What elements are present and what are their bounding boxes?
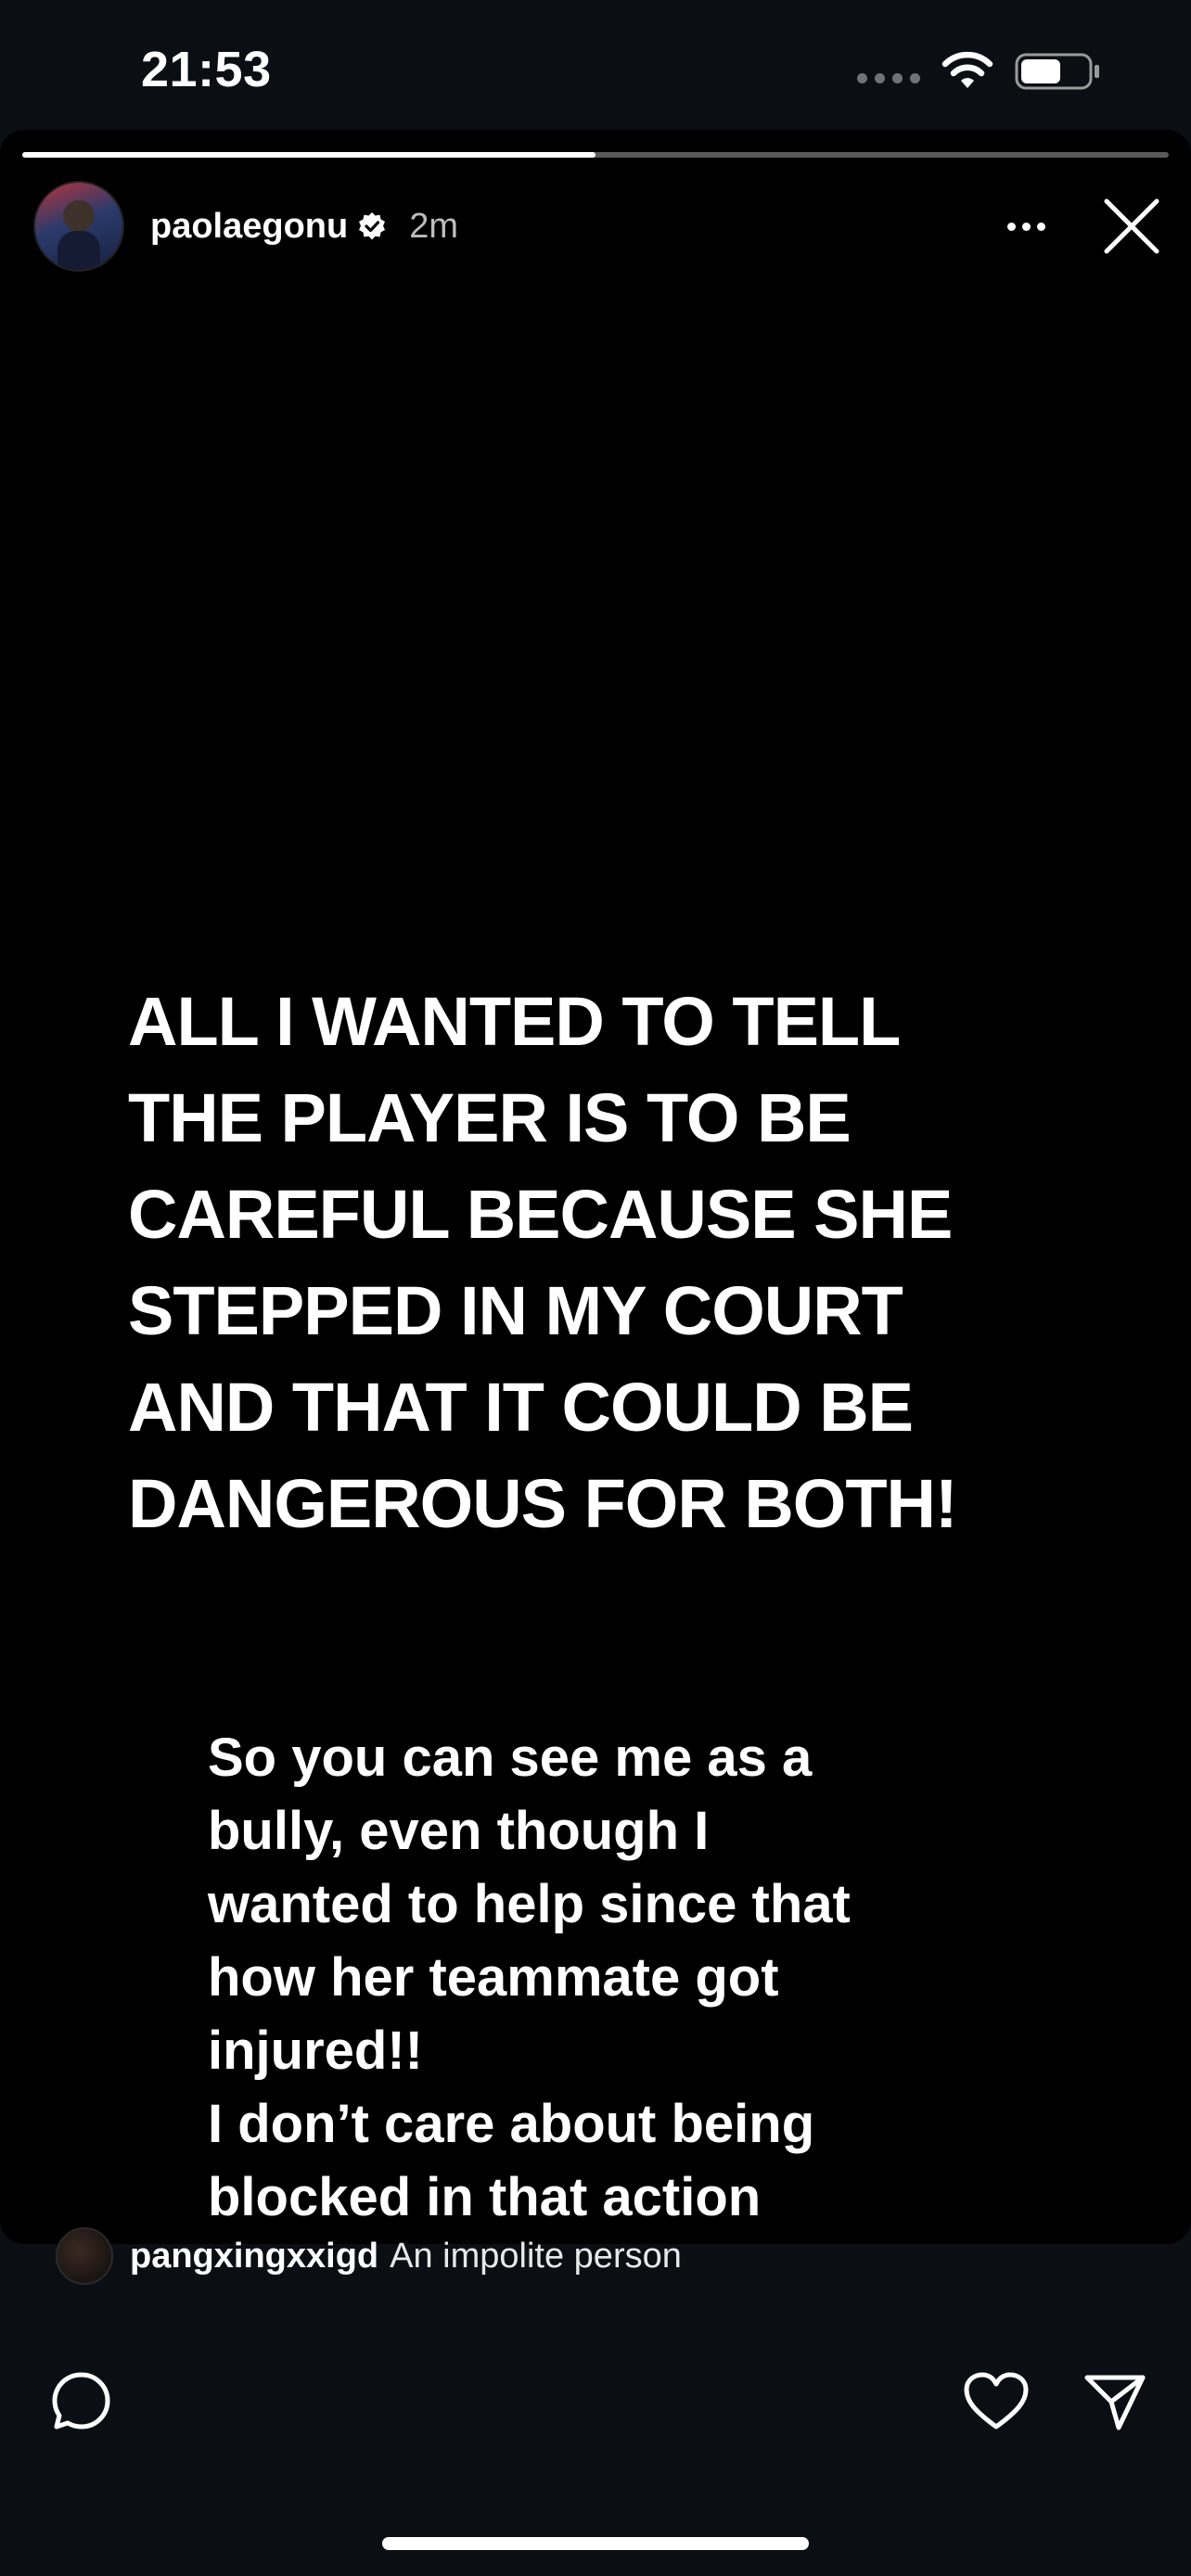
headline-line: STEPPED IN MY COURT — [128, 1272, 903, 1349]
post-time: 2m — [409, 206, 459, 246]
story-headline: ALL I WANTED TO TELL THE PLAYER IS TO BE… — [128, 974, 1148, 1552]
more-dot-icon — [1006, 222, 1016, 231]
headline-line: CAREFUL BECAUSE SHE — [128, 1176, 953, 1253]
headline-line: THE PLAYER IS TO BE — [128, 1079, 852, 1156]
story-actions-bar — [0, 2355, 1191, 2448]
comment-bubble-icon — [52, 2372, 110, 2429]
body-line: injured!! — [208, 2021, 423, 2081]
paper-plane-icon — [1084, 2375, 1146, 2430]
headline-line: DANGEROUS FOR BOTH! — [128, 1465, 958, 1542]
body-line: blocked in that action — [208, 2167, 762, 2227]
story-viewer[interactable]: paolaegonu 2m ALL I WANTED TO TELL THE P… — [0, 130, 1191, 2244]
headline-line: ALL I WANTED TO TELL — [128, 983, 901, 1060]
more-options-button[interactable] — [989, 189, 1063, 263]
heart-icon — [964, 2372, 1029, 2429]
story-progress-fill — [22, 152, 596, 158]
verified-badge-icon — [359, 212, 386, 240]
status-icons — [857, 46, 1102, 96]
reply-text: An impolite person — [390, 2236, 682, 2276]
share-button[interactable] — [1078, 2365, 1152, 2439]
author-username[interactable]: paolaegonu — [150, 207, 348, 247]
story-progress-bar — [22, 152, 1169, 158]
body-line: I don’t care about being — [208, 2094, 815, 2154]
wifi-icon — [941, 51, 993, 88]
battery-icon — [1015, 53, 1099, 90]
like-button[interactable] — [959, 2365, 1033, 2439]
home-indicator[interactable] — [382, 2537, 809, 2550]
headline-line: AND THAT IT COULD BE — [128, 1369, 914, 1446]
author-avatar[interactable] — [33, 181, 124, 272]
reply-username: pangxingxxigd — [130, 2236, 379, 2276]
close-icon — [1104, 198, 1159, 254]
signal-dots-icon — [857, 72, 920, 83]
story-body-text: So you can see me as a bully, even thoug… — [208, 1721, 1135, 2244]
body-line: bully, even though I — [208, 1801, 710, 1861]
body-line: how her teammate got — [208, 1947, 779, 2008]
body-line: So you can see me as a — [208, 1728, 813, 1788]
close-button[interactable] — [1095, 189, 1169, 263]
reply-preview[interactable]: pangxingxxigd An impolite person — [56, 2225, 682, 2287]
more-dot-icon — [1036, 222, 1045, 231]
comment-button[interactable] — [45, 2365, 119, 2439]
status-time: 21:53 — [141, 42, 272, 97]
status-bar: 21:53 — [0, 0, 1191, 130]
more-dot-icon — [1021, 222, 1031, 231]
story-header: paolaegonu 2m — [33, 181, 1169, 272]
body-line: wanted to help since that — [208, 1874, 851, 1934]
reply-avatar — [56, 2227, 113, 2285]
